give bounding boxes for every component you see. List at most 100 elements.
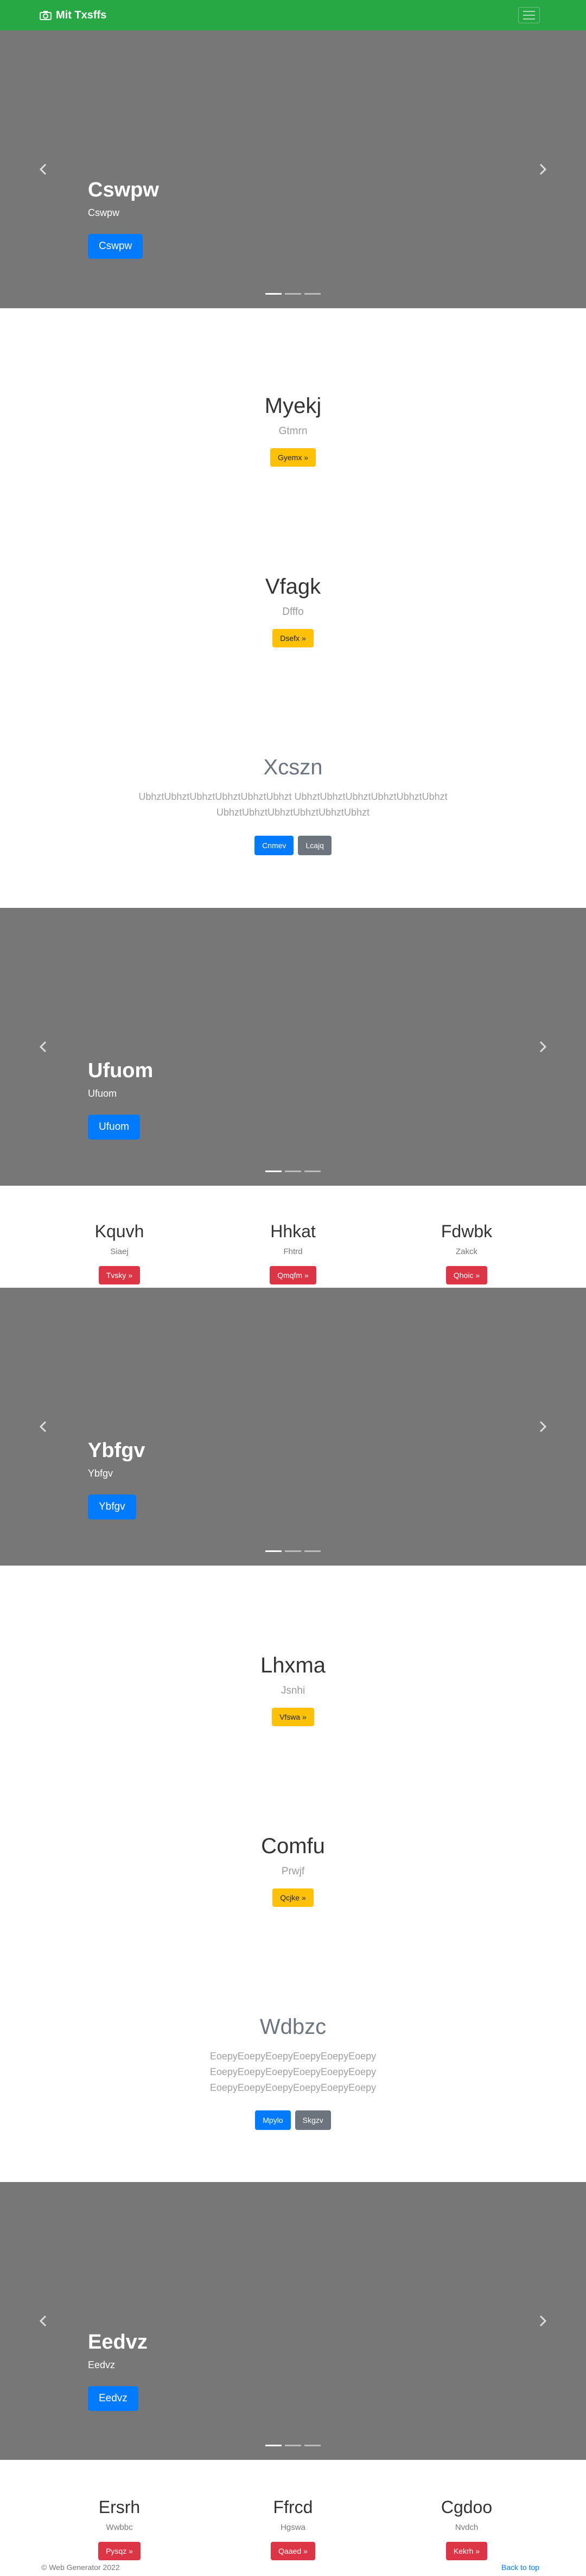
carousel-indicators (265, 2445, 321, 2446)
column-button[interactable]: Kekrh » (445, 2542, 488, 2561)
feature-button[interactable]: Qcjke » (272, 1888, 314, 1907)
column-button[interactable]: Tvsky » (98, 1266, 141, 1285)
carousel-title: Cswpw (88, 179, 159, 201)
carousel-button[interactable]: Ufuom (88, 1114, 140, 1140)
lead-title: Xcszn (263, 755, 323, 779)
hamburger-icon (523, 11, 535, 12)
indicator-1[interactable] (265, 293, 282, 295)
camera-icon (40, 11, 52, 20)
back-to-top-link[interactable]: Back to top (501, 2563, 539, 2572)
column-button[interactable]: Qaaed » (271, 2542, 315, 2561)
chevron-right-icon[interactable] (537, 1420, 548, 1433)
column-title: Cgdoo (441, 2497, 493, 2517)
feature-subtitle: Gtmrn (278, 425, 308, 437)
carousel-4: Eedvz Eedvz Eedvz (0, 2182, 586, 2460)
indicator-1[interactable] (265, 2445, 282, 2446)
footer: © Web Generator 2022 Back to top (0, 2559, 586, 2576)
navbar-brand[interactable]: Mit Txsffs (40, 9, 106, 22)
navbar: Mit Txsffs (0, 0, 586, 30)
indicator-3[interactable] (304, 2445, 321, 2446)
carousel-title: Ybfgv (88, 1439, 145, 1462)
chevron-left-icon[interactable] (38, 1040, 49, 1053)
feature-subtitle: Dfffo (282, 606, 304, 618)
column-item: Fdwbk Zakck Qhoic » (380, 1221, 553, 1285)
column-subtitle: Siaej (110, 1247, 129, 1257)
lead-primary-button[interactable]: Mpylo (255, 2110, 291, 2130)
carousel-subtitle: Ufuom (88, 1087, 117, 1099)
carousel-title: Eedvz (88, 2331, 148, 2354)
chevron-right-icon[interactable] (537, 163, 548, 176)
column-title: Ffrcd (273, 2497, 313, 2517)
indicator-2[interactable] (285, 1550, 301, 1552)
column-button[interactable]: Qmqfm » (270, 1266, 316, 1285)
navbar-brand-text: Mit Txsffs (56, 9, 107, 21)
feature-button[interactable]: Dsefx » (272, 629, 314, 647)
indicator-2[interactable] (285, 293, 301, 295)
indicator-1[interactable] (265, 1550, 282, 1552)
carousel-caption: Eedvz Eedvz Eedvz (88, 2330, 413, 2412)
feature-section-3: Lhxma Jsnhi Vfswa » (0, 1652, 586, 1726)
carousel-subtitle: Eedvz (88, 2359, 116, 2370)
carousel-1: Cswpw Cswpw Cswpw (0, 30, 586, 308)
lead-primary-button[interactable]: Cnmev (254, 835, 294, 855)
lead-section-2: Wdbzc EoepyEoepyEoepyEoepyEoepyEoepy Eoe… (0, 2014, 586, 2130)
lead-secondary-button[interactable]: Skgzv (295, 2110, 331, 2130)
lead-secondary-button[interactable]: Lcajq (298, 835, 332, 855)
carousel-2: Ufuom Ufuom Ufuom (0, 908, 586, 1186)
indicator-2[interactable] (285, 2445, 301, 2446)
column-title: Ersrh (98, 2497, 141, 2517)
feature-section-4: Comfu Prwjf Qcjke » (0, 1833, 586, 1907)
indicator-2[interactable] (285, 1171, 301, 1172)
navbar-toggler[interactable] (518, 7, 540, 23)
column-subtitle: Zakck (455, 1247, 477, 1257)
feature-subtitle: Prwjf (281, 1866, 305, 1877)
feature-section-2: Vfagk Dfffo Dsefx » (0, 574, 586, 647)
carousel-3: Ybfgv Ybfgv Ybfgv (0, 1288, 586, 1566)
carousel-button[interactable]: Ybfgv (88, 1494, 136, 1520)
column-item: Ersrh Wwbbc Pysqz » (33, 2497, 206, 2561)
indicator-3[interactable] (304, 293, 321, 295)
feature-title: Comfu (261, 1834, 325, 1858)
carousel-caption: Ufuom Ufuom Ufuom (88, 1059, 413, 1140)
column-title: Fdwbk (441, 1222, 493, 1241)
column-subtitle: Fhtrd (283, 1247, 303, 1257)
feature-title: Vfagk (265, 575, 321, 599)
chevron-left-icon[interactable] (38, 1420, 49, 1433)
feature-section-1: Myekj Gtmrn Gyemx » (0, 393, 586, 467)
feature-title: Lhxma (260, 1653, 326, 1677)
lead-section-1: Xcszn UbhztUbhztUbhztUbhztUbhztUbhzt Ubh… (0, 754, 586, 855)
chevron-left-icon[interactable] (38, 2314, 49, 2327)
chevron-right-icon[interactable] (537, 1040, 548, 1053)
column-title: Kquvh (94, 1222, 144, 1241)
column-subtitle: Nvdch (455, 2523, 479, 2533)
carousel-button[interactable]: Cswpw (88, 233, 143, 259)
column-subtitle: Wwbbc (106, 2523, 133, 2533)
column-item: Hhkat Fhtrd Qmqfm » (206, 1221, 380, 1285)
lead-title: Wdbzc (259, 2015, 327, 2039)
feature-button[interactable]: Vfswa » (272, 1708, 314, 1726)
carousel-title: Ufuom (88, 1059, 154, 1082)
indicator-3[interactable] (304, 1550, 321, 1552)
column-subtitle: Hgswa (281, 2523, 305, 2533)
indicator-3[interactable] (304, 1171, 321, 1172)
footer-copyright: © Web Generator 2022 (41, 2563, 120, 2572)
carousel-button[interactable]: Eedvz (88, 2386, 138, 2412)
lead-paragraph: EoepyEoepyEoepyEoepyEoepyEoepy EoepyEoep… (209, 2051, 377, 2093)
column-item: Kquvh Siaej Tvsky » (33, 1221, 206, 1285)
feature-subtitle: Jsnhi (281, 1685, 305, 1696)
column-title: Hhkat (270, 1222, 316, 1241)
column-button[interactable]: Pysqz » (98, 2542, 141, 2561)
carousel-caption: Cswpw Cswpw Cswpw (88, 178, 413, 259)
carousel-indicators (265, 1550, 321, 1552)
lead-paragraph: UbhztUbhztUbhztUbhztUbhztUbhzt UbhztUbhz… (138, 791, 448, 818)
indicator-1[interactable] (265, 1171, 282, 1172)
column-button[interactable]: Qhoic » (445, 1266, 488, 1285)
columns-row-2: Ersrh Wwbbc Pysqz » Ffrcd Hgswa Qaaed » … (33, 2497, 553, 2561)
column-item: Ffrcd Hgswa Qaaed » (206, 2497, 380, 2561)
columns-row-1: Kquvh Siaej Tvsky » Hhkat Fhtrd Qmqfm » … (33, 1221, 553, 1285)
carousel-indicators (265, 1171, 321, 1172)
carousel-caption: Ybfgv Ybfgv Ybfgv (88, 1439, 413, 1520)
chevron-right-icon[interactable] (537, 2314, 548, 2327)
chevron-left-icon[interactable] (38, 163, 49, 176)
feature-button[interactable]: Gyemx » (270, 448, 316, 467)
